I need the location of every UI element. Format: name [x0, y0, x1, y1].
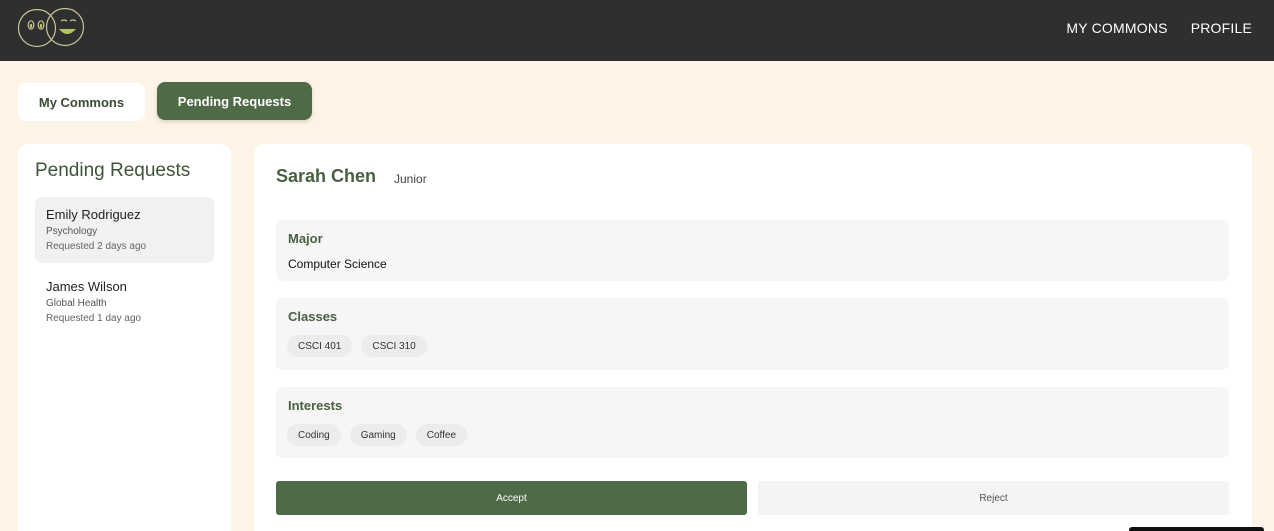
- request-name: Emily Rodriguez: [46, 207, 141, 222]
- interest-chip: Coding: [287, 424, 341, 446]
- overlay-bar: [1129, 527, 1264, 531]
- request-major: Psychology: [46, 226, 98, 237]
- profile-year: Junior: [394, 172, 427, 186]
- interests-label: Interests: [288, 398, 343, 413]
- class-chip: CSCI 401: [287, 335, 353, 357]
- top-navigation-bar: MY COMMONS PROFILE: [0, 0, 1274, 61]
- reject-button[interactable]: Reject: [758, 481, 1229, 515]
- interests-chips: Coding Gaming Coffee: [287, 424, 468, 446]
- accept-button[interactable]: Accept: [276, 481, 747, 515]
- major-section: Major Computer Science: [276, 220, 1229, 281]
- request-name: James Wilson: [46, 279, 127, 294]
- tab-pending-requests[interactable]: Pending Requests: [157, 82, 312, 120]
- request-item-emily-rodriguez[interactable]: Emily Rodriguez Psychology Requested 2 d…: [35, 197, 214, 263]
- header-nav: MY COMMONS PROFILE: [1066, 19, 1252, 37]
- classes-chips: CSCI 401 CSCI 310: [287, 335, 427, 357]
- classes-label: Classes: [288, 309, 338, 324]
- interest-chip: Gaming: [349, 424, 407, 446]
- major-label: Major: [288, 231, 323, 246]
- classes-section: Classes CSCI 401 CSCI 310: [276, 298, 1229, 370]
- nav-profile[interactable]: PROFILE: [1191, 19, 1252, 37]
- tab-my-commons[interactable]: My Commons: [18, 83, 145, 121]
- request-detail-panel: Sarah Chen Junior Major Computer Science…: [254, 144, 1252, 531]
- pending-requests-sidebar: Pending Requests Emily Rodriguez Psychol…: [18, 144, 231, 531]
- request-item-james-wilson[interactable]: James Wilson Global Health Requested 1 d…: [35, 269, 214, 335]
- profile-name: Sarah Chen: [276, 166, 377, 186]
- nav-my-commons[interactable]: MY COMMONS: [1066, 19, 1167, 37]
- request-time: Requested 2 days ago: [46, 241, 147, 252]
- logo-icon[interactable]: [17, 7, 87, 49]
- request-time: Requested 1 day ago: [46, 313, 142, 324]
- interest-chip: Coffee: [415, 424, 468, 446]
- interests-section: Interests Coding Gaming Coffee: [276, 387, 1229, 458]
- class-chip: CSCI 310: [361, 335, 427, 357]
- major-value: Computer Science: [288, 257, 387, 271]
- sidebar-title: Pending Requests: [35, 160, 191, 181]
- request-major: Global Health: [46, 298, 107, 309]
